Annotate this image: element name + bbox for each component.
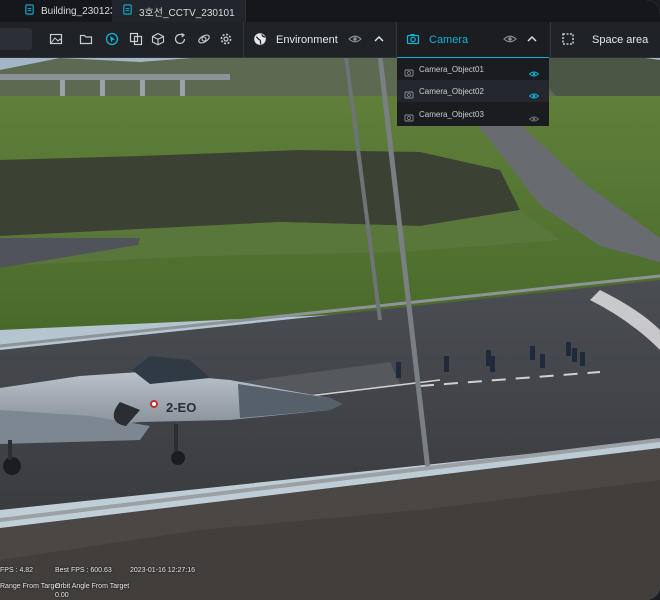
- tab-cctv[interactable]: 3호선_CCTV_230101: [112, 0, 246, 22]
- folder-icon[interactable]: [78, 31, 94, 47]
- viewer-window: 2-EO Building_230123 3호선_CCTV_230101 Env…: [0, 0, 660, 600]
- panel-title: Environment: [276, 33, 338, 46]
- camera-label: Camera_Object03: [419, 109, 484, 119]
- fps-readout: FPS : 4.82: [0, 567, 34, 574]
- range-label: Range From Target: [0, 583, 61, 590]
- orbit-icon[interactable]: [196, 31, 212, 47]
- space-area-panel-header[interactable]: Space area: [551, 22, 660, 57]
- eye-icon[interactable]: [528, 65, 540, 77]
- tab-label: 3호선_CCTV_230101: [139, 7, 235, 19]
- document-icon: [122, 4, 133, 18]
- document-icon: [24, 4, 35, 18]
- search-input[interactable]: [0, 28, 32, 50]
- panel-title: Space area: [592, 33, 649, 46]
- aircraft-marking: 2-EO: [166, 400, 196, 415]
- gear-icon[interactable]: [218, 31, 234, 47]
- copy-icon[interactable]: [128, 31, 144, 47]
- select-area-icon: [561, 32, 575, 46]
- panel-title: Camera: [429, 33, 469, 46]
- environment-panel-header[interactable]: Environment: [244, 22, 396, 57]
- chevron-up-icon[interactable]: [372, 32, 386, 46]
- camera-icon: [404, 64, 414, 77]
- cursor-icon[interactable]: [104, 31, 120, 47]
- eye-icon[interactable]: [528, 110, 540, 122]
- camera-list-item[interactable]: Camera_Object03: [397, 103, 549, 125]
- tab-building[interactable]: Building_230123: [14, 0, 127, 22]
- camera-list: Camera_Object01 Camera_Object02 Camera_O…: [397, 57, 549, 126]
- camera-list-item[interactable]: Camera_Object01: [397, 58, 549, 80]
- orbit-value: 0.00: [55, 592, 69, 599]
- camera-list-item[interactable]: Camera_Object02: [397, 80, 549, 102]
- cube-icon[interactable]: [150, 31, 166, 47]
- eye-icon[interactable]: [503, 32, 517, 46]
- camera-label: Camera_Object02: [419, 86, 484, 96]
- datetime-readout: 2023-01-16 12:27:16: [130, 567, 195, 574]
- camera-icon: [404, 109, 414, 122]
- best-fps-readout: Best FPS : 600.63: [55, 567, 112, 574]
- eye-icon[interactable]: [348, 32, 362, 46]
- camera-icon: [404, 86, 414, 99]
- orbit-label: Orbit Angle From Target: [55, 583, 130, 590]
- camera-panel-header[interactable]: Camera: [397, 22, 549, 57]
- image-icon[interactable]: [48, 31, 64, 47]
- eye-icon[interactable]: [528, 87, 540, 99]
- tab-label: Building_230123: [41, 5, 116, 17]
- globe-icon: [253, 32, 267, 46]
- camera-label: Camera_Object01: [419, 64, 484, 74]
- rotate-icon[interactable]: [172, 31, 188, 47]
- camera-icon: [406, 32, 420, 46]
- chevron-up-icon[interactable]: [525, 32, 539, 46]
- viewport-3d[interactable]: 2-EO: [0, 0, 660, 600]
- bridge-deck: [0, 74, 230, 80]
- tab-strip: Building_230123 3호선_CCTV_230101: [0, 0, 660, 22]
